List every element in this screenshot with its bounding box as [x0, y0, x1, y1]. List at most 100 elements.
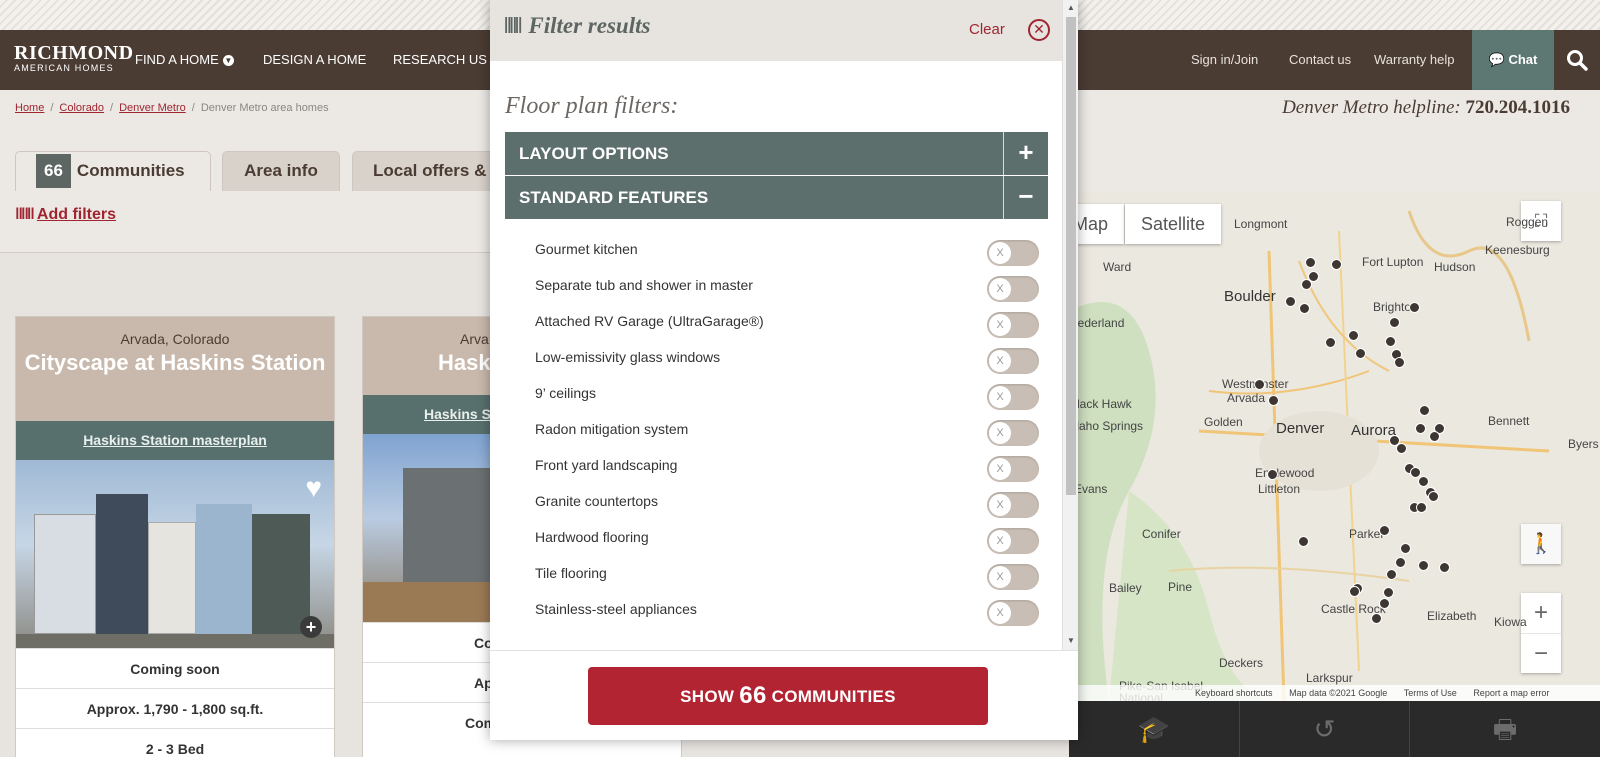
- close-icon[interactable]: ✕: [1028, 19, 1050, 41]
- print-icon[interactable]: 🖶: [1409, 701, 1600, 757]
- community-pin[interactable]: [1396, 443, 1407, 454]
- toggle-granite-countertops[interactable]: X: [987, 492, 1039, 518]
- map-label: Denver: [1276, 420, 1325, 437]
- toggle-separate-tub-shower[interactable]: X: [987, 276, 1039, 302]
- card-location: Arvada, Colorado: [120, 331, 230, 347]
- community-pin[interactable]: [1349, 586, 1360, 597]
- community-pin[interactable]: [1379, 525, 1390, 536]
- street-view-pegman-icon[interactable]: 🚶: [1521, 524, 1561, 564]
- community-pin[interactable]: [1379, 598, 1390, 609]
- community-pin[interactable]: [1416, 502, 1427, 513]
- community-card[interactable]: Arvada, Colorado Cityscape at Haskins St…: [15, 316, 335, 757]
- scrollbar-thumb[interactable]: [1066, 17, 1076, 495]
- accordion-standard-features[interactable]: STANDARD FEATURES −: [505, 176, 1048, 219]
- sign-in-link[interactable]: Sign in/Join: [1191, 30, 1258, 90]
- community-pin[interactable]: [1268, 395, 1279, 406]
- card-sqft: Approx. 1,790 - 1,800 sq.ft.: [16, 688, 334, 728]
- community-pin[interactable]: [1418, 560, 1429, 571]
- community-pin[interactable]: [1400, 543, 1411, 554]
- map-data-credit: Map data ©2021 Google: [1289, 688, 1388, 698]
- helpline-phone[interactable]: 720.204.1016: [1466, 97, 1571, 118]
- zoom-in-button[interactable]: +: [1521, 593, 1561, 633]
- community-pin[interactable]: [1348, 330, 1359, 341]
- clear-filters-button[interactable]: Clear: [969, 21, 1005, 38]
- map-label: Conifer: [1142, 527, 1181, 541]
- community-pin[interactable]: [1305, 257, 1316, 268]
- reset-icon[interactable]: ↺: [1239, 701, 1409, 757]
- community-pin[interactable]: [1267, 469, 1278, 480]
- contact-us-link[interactable]: Contact us: [1289, 30, 1351, 90]
- nav-research-us[interactable]: RESEARCH US▼: [393, 30, 502, 90]
- community-pin[interactable]: [1285, 296, 1296, 307]
- warranty-help-link[interactable]: Warranty help: [1374, 30, 1454, 90]
- nav-design-a-home[interactable]: DESIGN A HOME: [263, 30, 366, 90]
- toggle-gourmet-kitchen[interactable]: X: [987, 240, 1039, 266]
- card-name[interactable]: Cityscape at Haskins Station: [16, 349, 334, 376]
- show-communities-button[interactable]: SHOW 66 COMMUNITIES: [588, 667, 988, 725]
- collapse-minus-icon[interactable]: −: [1003, 176, 1048, 219]
- toggle-hardwood-flooring[interactable]: X: [987, 528, 1039, 554]
- filter-sliders-icon: ǁǁǁ: [504, 13, 522, 38]
- add-filters-link[interactable]: ǁǁǁ Add filters: [15, 206, 116, 224]
- breadcrumb-home[interactable]: Home: [15, 102, 44, 114]
- toggle-9ft-ceilings[interactable]: X: [987, 384, 1039, 410]
- satellite-view-button[interactable]: Satellite: [1125, 204, 1221, 244]
- tab-communities[interactable]: 66 Communities: [15, 151, 211, 191]
- modal-scrollbar[interactable]: ▲ ▼: [1062, 0, 1078, 650]
- toggle-radon-mitigation[interactable]: X: [987, 420, 1039, 446]
- community-pin[interactable]: [1298, 536, 1309, 547]
- graduation-cap-icon[interactable]: 🎓: [1069, 701, 1239, 757]
- community-pin[interactable]: [1254, 379, 1265, 390]
- masterplan-link[interactable]: Haskins Station masterplan: [16, 421, 334, 460]
- community-photo[interactable]: ♥ +: [16, 460, 334, 648]
- chat-button[interactable]: 💬 Chat: [1472, 30, 1554, 90]
- community-pin[interactable]: [1395, 557, 1406, 568]
- community-pin[interactable]: [1299, 303, 1310, 314]
- community-pin[interactable]: [1325, 337, 1336, 348]
- toggle-knob-x-icon: X: [989, 530, 1011, 552]
- community-pin[interactable]: [1428, 491, 1439, 502]
- toggle-low-e-windows[interactable]: X: [987, 348, 1039, 374]
- communities-map[interactable]: Map Satellite ⛶ 🚶 + − Longmont Roggen Ke…: [1069, 191, 1600, 701]
- community-pin[interactable]: [1419, 405, 1430, 416]
- scroll-up-arrow-icon[interactable]: ▲: [1067, 3, 1075, 12]
- card-header: Arvada, Colorado Cityscape at Haskins St…: [16, 317, 334, 421]
- nav-design-a-home-label: DESIGN A HOME: [263, 52, 367, 67]
- community-pin[interactable]: [1383, 587, 1394, 598]
- community-pin[interactable]: [1389, 317, 1400, 328]
- toggle-front-yard-landscaping[interactable]: X: [987, 456, 1039, 482]
- community-pin[interactable]: [1331, 259, 1342, 270]
- feature-radon-mitigation: Radon mitigation system: [535, 421, 689, 437]
- community-pin[interactable]: [1355, 348, 1366, 359]
- community-pin[interactable]: [1409, 302, 1420, 313]
- tab-local-offers[interactable]: Local offers & e: [352, 151, 502, 191]
- terms-of-use-link[interactable]: Terms of Use: [1404, 688, 1457, 698]
- scroll-down-arrow-icon[interactable]: ▼: [1067, 636, 1075, 645]
- community-pin[interactable]: [1301, 279, 1312, 290]
- search-button[interactable]: [1554, 30, 1600, 90]
- zoom-out-button[interactable]: −: [1521, 633, 1561, 673]
- community-pin[interactable]: [1385, 336, 1396, 347]
- community-pin[interactable]: [1429, 431, 1440, 442]
- community-pin[interactable]: [1418, 476, 1429, 487]
- expand-plus-icon[interactable]: +: [1003, 132, 1048, 175]
- richmond-logo[interactable]: RICHMOND AMERICAN HOMES: [14, 43, 134, 73]
- keyboard-shortcuts-link[interactable]: Keyboard shortcuts: [1195, 688, 1273, 698]
- nav-find-a-home[interactable]: FIND A HOME ▼: [135, 30, 234, 90]
- report-map-error-link[interactable]: Report a map error: [1473, 688, 1549, 698]
- toggle-tile-flooring[interactable]: X: [987, 564, 1039, 590]
- toggle-stainless-appliances[interactable]: X: [987, 600, 1039, 626]
- breadcrumb-colorado[interactable]: Colorado: [59, 102, 104, 114]
- tab-area-info[interactable]: Area info: [222, 151, 340, 191]
- map-label: Golden: [1204, 415, 1243, 429]
- community-pin[interactable]: [1371, 613, 1382, 624]
- community-pin[interactable]: [1386, 569, 1397, 580]
- community-pin[interactable]: [1394, 357, 1405, 368]
- accordion-layout-options[interactable]: LAYOUT OPTIONS +: [505, 132, 1048, 175]
- toggle-attached-rv-garage[interactable]: X: [987, 312, 1039, 338]
- community-pin[interactable]: [1415, 423, 1426, 434]
- community-pin[interactable]: [1439, 562, 1450, 573]
- breadcrumb-denver-metro[interactable]: Denver Metro: [119, 102, 186, 114]
- favorite-heart-icon[interactable]: ♥: [305, 472, 322, 504]
- add-compare-icon[interactable]: +: [300, 616, 322, 638]
